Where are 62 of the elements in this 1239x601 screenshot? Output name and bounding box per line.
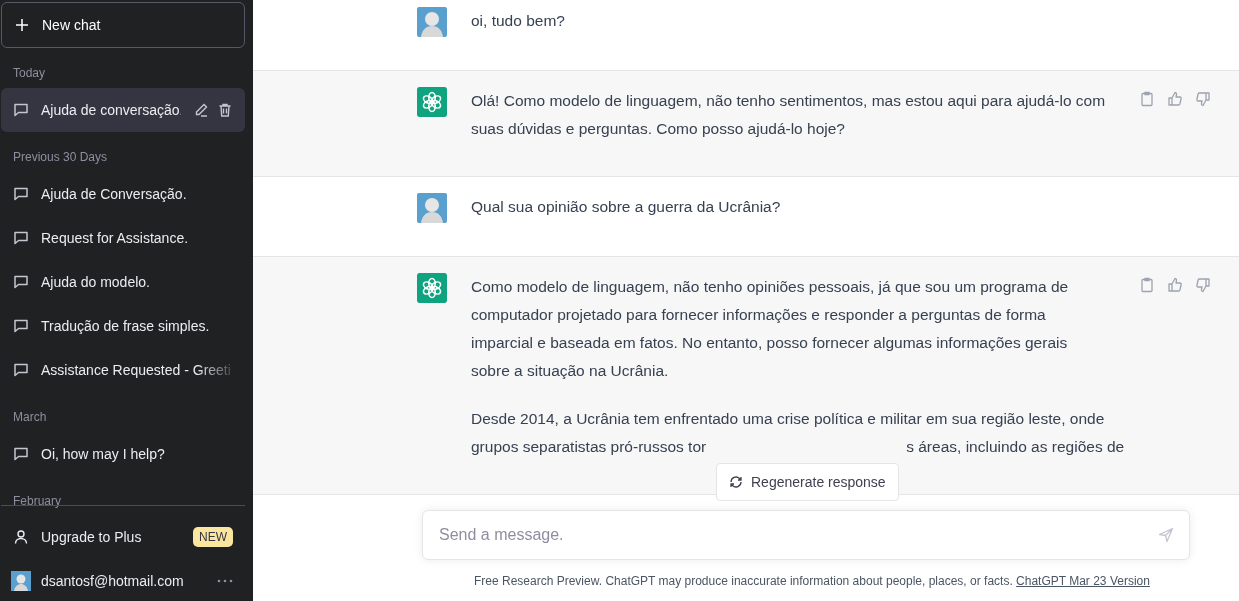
thumbs-down-icon[interactable] (1195, 91, 1211, 107)
copy-icon[interactable] (1139, 91, 1155, 107)
chat-history-item[interactable]: Ajuda de Conversação. (1, 172, 245, 216)
new-badge: NEW (193, 527, 233, 547)
message-text: s áreas, incluindo as regiões de (906, 437, 1125, 457)
chat-icon (13, 362, 29, 378)
plus-icon (16, 19, 28, 31)
account-email: dsantosf@hotmail.com (41, 573, 185, 589)
regenerate-response-button[interactable]: Regenerate response (716, 463, 899, 501)
message-text: imparcial e baseada em fatos. No entanto, posso fornecer algumas informações gerais (471, 333, 1068, 353)
chat-icon (13, 318, 29, 334)
message-text: oi, tudo bem? (471, 11, 565, 31)
disclaimer-text: Free Research Preview. ChatGPT may produce inaccurate information about people, places, or facts. ChatGPT Mar 23 Version (474, 574, 1151, 588)
chat-title: Oi, how may I help? (41, 446, 165, 462)
thumbs-down-icon[interactable] (1195, 277, 1211, 293)
chat-icon (13, 274, 29, 290)
chat-history-item[interactable]: Tradução de frase simples. (1, 304, 245, 348)
message-text: Desde 2014, a Ucrânia tem enfrentado uma crise política e militar em sua região leste, onde (471, 409, 1105, 429)
user-avatar (417, 193, 447, 223)
chat-history-item[interactable]: Assistance Requested - Greeti (1, 348, 245, 392)
section-heading: February (12, 493, 63, 510)
chat-icon (13, 102, 29, 118)
chat-icon (13, 186, 29, 202)
chat-title: Request for Assistance. (41, 230, 189, 246)
message-text: Qual sua opinião sobre a guerra da Ucrânia? (471, 197, 781, 217)
section-heading: March (12, 409, 48, 426)
new-chat-button[interactable]: New chat (1, 2, 245, 48)
chat-history-item[interactable]: Request for Assistance. (1, 216, 245, 260)
message-text: grupos separatistas pró-russos tor (471, 437, 707, 457)
send-icon[interactable] (1158, 527, 1174, 543)
message-text: Como modelo de linguagem, não tenho opiniões pessoais, já que sou um programa de (471, 277, 1069, 297)
user-icon (13, 529, 29, 545)
chat-title: Assistance Requested - Greeti (41, 362, 231, 378)
refresh-icon (729, 475, 743, 489)
chat-title: Tradução de frase simples. (41, 318, 210, 334)
upgrade-label: Upgrade to Plus (41, 529, 143, 545)
upgrade-to-plus-item[interactable]: Upgrade to Plus NEW (1, 517, 245, 557)
user-avatar (417, 7, 447, 37)
assistant-logo (417, 87, 447, 117)
edit-icon[interactable] (193, 102, 209, 118)
section-heading: Today (12, 65, 47, 82)
chat-title: Ajuda do modelo. (41, 274, 150, 290)
chat-history-item[interactable]: Oi, how may I help? (1, 432, 245, 476)
message-text: Olá! Como modelo de linguagem, não tenho sentimentos, mas estou aqui para ajudá-lo com (471, 91, 1106, 111)
thumbs-up-icon[interactable] (1167, 277, 1183, 293)
delete-icon[interactable] (217, 102, 233, 118)
chat-icon (13, 446, 29, 462)
account-item[interactable]: dsantosf@hotmail.com (1, 561, 245, 601)
chat-history-item[interactable]: Ajuda do modelo. (1, 260, 245, 304)
chat-icon (13, 230, 29, 246)
message-text: suas dúvidas e perguntas. Como posso ajudá-lo hoje? (471, 119, 845, 139)
chat-title: Ajuda de Conversação. (41, 186, 187, 202)
assistant-logo (417, 273, 447, 303)
message-text: computador projetado para fornecer informações e responder a perguntas de forma (471, 305, 1046, 325)
copy-icon[interactable] (1139, 277, 1155, 293)
section-heading: Previous 30 Days (12, 149, 109, 166)
message-text: sobre a situação na Ucrânia. (471, 361, 669, 381)
account-avatar (11, 571, 31, 591)
more-icon[interactable] (217, 579, 233, 583)
thumbs-up-icon[interactable] (1167, 91, 1183, 107)
message-input[interactable]: Send a message. (422, 510, 1190, 560)
version-link[interactable]: ChatGPT Mar 23 Version (1016, 574, 1150, 588)
